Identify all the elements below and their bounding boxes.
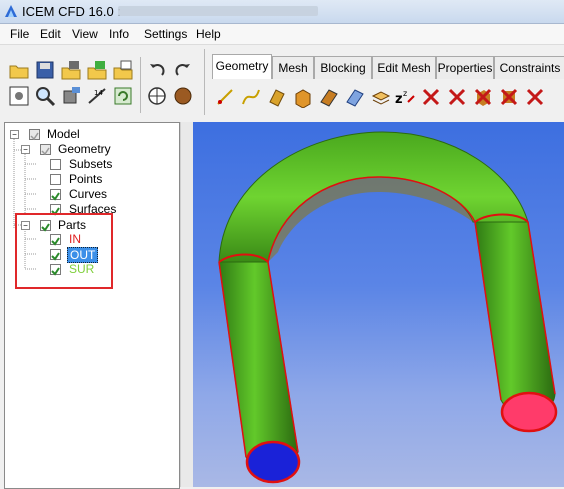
measure-icon[interactable] bbox=[60, 85, 82, 107]
tree-geometry-label[interactable]: Geometry bbox=[58, 142, 111, 156]
outlet-face[interactable] bbox=[500, 391, 558, 433]
create-curve-icon[interactable] bbox=[240, 86, 262, 108]
menu-bar: File Edit View Info Settings Help bbox=[0, 24, 564, 45]
u-pipe-model bbox=[218, 131, 558, 484]
menu-view[interactable]: View bbox=[72, 27, 98, 41]
toolbar-separator bbox=[204, 49, 205, 115]
tab-blocking[interactable]: Blocking bbox=[314, 56, 372, 79]
tree-model-label[interactable]: Model bbox=[47, 127, 80, 141]
inlet-face[interactable] bbox=[245, 440, 301, 484]
delete-point-icon[interactable] bbox=[420, 86, 442, 108]
save-blocking-icon[interactable] bbox=[112, 59, 134, 81]
tree-points-label[interactable]: Points bbox=[69, 172, 102, 186]
tab-edit-mesh[interactable]: Edit Mesh bbox=[372, 56, 436, 79]
create-surface-icon[interactable] bbox=[266, 86, 288, 108]
open-icon[interactable] bbox=[8, 59, 30, 81]
tab-properties[interactable]: Properties bbox=[436, 56, 494, 79]
blurred-project-path bbox=[118, 6, 318, 16]
tree-subsets-label[interactable]: Subsets bbox=[69, 157, 112, 171]
collapse-geometry-toggle[interactable]: − bbox=[21, 145, 30, 154]
menu-file[interactable]: File bbox=[10, 27, 29, 41]
tab-mesh[interactable]: Mesh bbox=[272, 56, 314, 79]
distance-icon[interactable]: 14 bbox=[86, 85, 108, 107]
tree-curves-label[interactable]: Curves bbox=[69, 187, 107, 201]
menu-info[interactable]: Info bbox=[109, 27, 129, 41]
save-icon[interactable] bbox=[34, 59, 56, 81]
zoom-icon[interactable] bbox=[34, 85, 56, 107]
geometry-checkbox[interactable] bbox=[40, 144, 51, 156]
redo-icon[interactable] bbox=[172, 59, 194, 81]
repair-geometry-icon[interactable] bbox=[318, 86, 340, 108]
delete-any-icon[interactable] bbox=[524, 86, 546, 108]
menu-settings[interactable]: Settings bbox=[144, 27, 187, 41]
refresh-icon[interactable] bbox=[112, 85, 134, 107]
model-checkbox[interactable] bbox=[29, 129, 40, 141]
create-point-icon[interactable] bbox=[214, 86, 236, 108]
parts-highlight-box bbox=[15, 213, 113, 289]
restore-icon[interactable] bbox=[370, 86, 392, 108]
save-mesh-icon[interactable] bbox=[86, 59, 108, 81]
undo-icon[interactable] bbox=[146, 59, 168, 81]
menu-edit[interactable]: Edit bbox=[40, 27, 61, 41]
points-checkbox[interactable] bbox=[50, 174, 61, 185]
solid-icon[interactable] bbox=[172, 85, 194, 107]
subsets-checkbox[interactable] bbox=[50, 159, 61, 170]
delete-surface-icon[interactable] bbox=[472, 86, 494, 108]
curves-checkbox[interactable] bbox=[50, 189, 61, 201]
faceted-icon[interactable]: z z bbox=[394, 86, 416, 108]
icem-logo-icon bbox=[5, 5, 17, 17]
transform-geometry-icon[interactable] bbox=[344, 86, 366, 108]
title-bar: ICEM CFD 16.0 : bbox=[0, 0, 564, 24]
panel-splitter[interactable] bbox=[180, 122, 193, 487]
delete-body-icon[interactable] bbox=[498, 86, 520, 108]
svg-text:z: z bbox=[403, 89, 407, 98]
menu-help[interactable]: Help bbox=[196, 27, 221, 41]
window-title: ICEM CFD 16.0 : bbox=[22, 4, 121, 19]
svg-text:z: z bbox=[395, 92, 403, 107]
fit-window-icon[interactable] bbox=[8, 85, 30, 107]
model-tree-panel: − Model − Geometry Subsets Points Curves… bbox=[4, 122, 180, 489]
wireframe-icon[interactable] bbox=[146, 85, 168, 107]
graphics-viewport[interactable] bbox=[193, 122, 564, 487]
tab-constraints[interactable]: Constraints bbox=[494, 56, 564, 79]
tab-geometry[interactable]: Geometry bbox=[212, 54, 272, 79]
toolbar-separator bbox=[140, 57, 141, 113]
save-geometry-icon[interactable] bbox=[60, 59, 82, 81]
create-body-icon[interactable] bbox=[292, 86, 314, 108]
delete-curve-icon[interactable] bbox=[446, 86, 468, 108]
collapse-model-toggle[interactable]: − bbox=[10, 130, 19, 139]
svg-text:14: 14 bbox=[94, 89, 103, 97]
